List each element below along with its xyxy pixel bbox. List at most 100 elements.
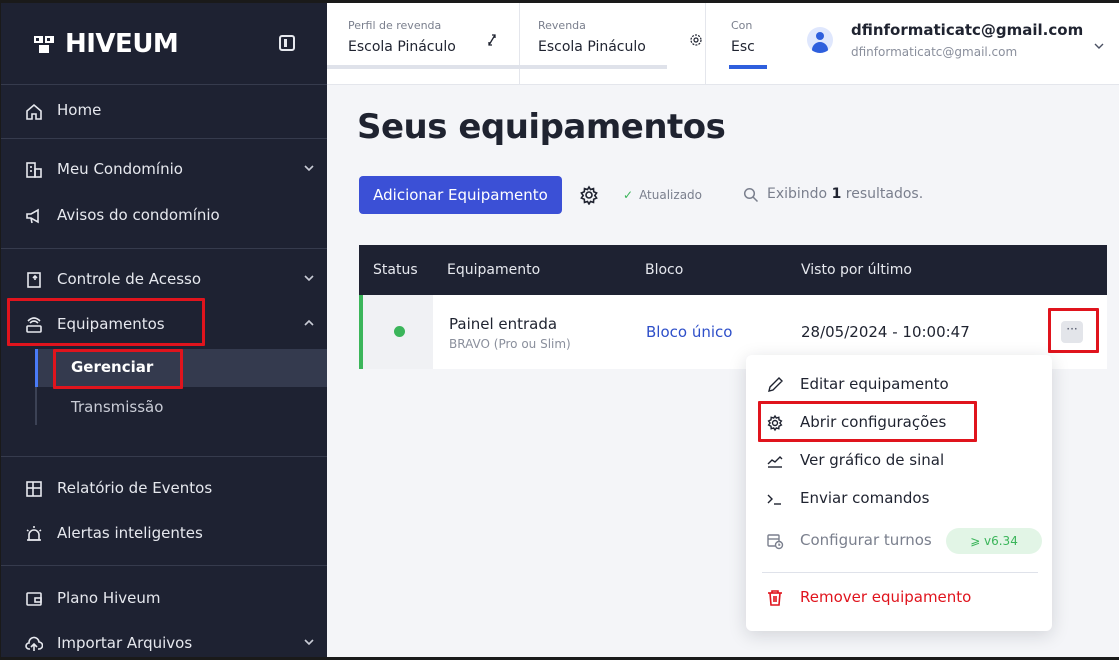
menu-item-editar[interactable]: Editar equipamento [766,370,1046,400]
cloud-upload-icon [25,636,43,651]
app-window: HIVEUM Home Meu Condomínio Avisos do con… [0,0,1119,660]
sidebar-item-label: Meu Condomínio [57,160,183,178]
pencil-icon [768,377,783,392]
sidebar-divider [1,248,327,249]
page-title: Seus equipamentos [357,107,726,147]
menu-item-ver-grafico[interactable]: Ver gráfico de sinal [766,446,1046,476]
user-email: dfinformaticatc@gmail.com [851,45,1018,59]
status-cell [363,295,433,369]
tab-caption: Revenda [538,19,586,32]
tab-revenda[interactable]: Revenda Escola Pináculo [519,3,705,85]
column-header-status[interactable]: Status [373,262,418,278]
chevron-down-icon [304,165,314,172]
results-suffix: resultados. [845,186,924,202]
highlight-equipamentos [7,298,205,346]
highlight-gerenciar [53,349,183,389]
online-status-dot [394,326,405,337]
sidebar-item-relatorio-eventos[interactable]: Relatório de Eventos [1,468,327,508]
tab-scroll-indicator [327,65,667,69]
avatar [807,27,833,53]
sidebar: HIVEUM Home Meu Condomínio Avisos do con… [1,3,327,657]
sidebar-divider [1,456,327,457]
trash-icon [768,590,782,606]
submenu-active-indicator [35,349,38,387]
tab-active-indicator [729,65,767,69]
last-seen: 28/05/2024 - 10:00:47 [801,323,970,341]
menu-item-label: Enviar comandos [800,489,930,507]
menu-item-enviar-comandos[interactable]: Enviar comandos [766,484,1046,514]
equipment-actions-menu: Editar equipamento Abrir configurações V… [746,355,1052,631]
equipment-name[interactable]: Painel entrada [449,315,557,333]
sidebar-subitem-transmissao[interactable]: Transmissão [71,398,163,416]
menu-item-label: Ver gráfico de sinal [800,451,945,469]
highlight-abrir-configuracoes [758,401,977,442]
sidebar-item-home[interactable]: Home [1,85,327,137]
bloco-link[interactable]: Bloco único [646,323,732,341]
logo-row: HIVEUM [1,3,327,85]
report-icon [26,481,42,497]
table-header: Status Equipamento Bloco Visto por últim… [359,245,1107,295]
sidebar-item-plano[interactable]: Plano Hiveum [1,578,327,618]
tab-value: Escola Pináculo [348,39,456,55]
highlight-more-button [1048,308,1099,353]
menu-item-remover[interactable]: Remover equipamento [766,583,1046,613]
sidebar-item-avisos[interactable]: Avisos do condomínio [1,195,327,235]
sidebar-item-alertas[interactable]: Alertas inteligentes [1,513,327,553]
collapse-sidebar-icon[interactable] [279,35,295,51]
sidebar-divider [1,565,327,566]
home-icon [26,103,42,120]
user-menu[interactable]: dfinformaticatc@gmail.com dfinformaticat… [807,13,1107,73]
megaphone-icon [26,208,39,224]
version-badge: ⩾ v6.34 [946,528,1042,554]
sidebar-item-meu-condominio[interactable]: Meu Condomínio [1,149,327,189]
menu-divider [762,572,1038,573]
check-icon: ✓ [623,188,634,202]
chevron-down-icon [304,275,314,282]
brand-name: HIVEUM [65,29,179,59]
sidebar-item-controle-acesso[interactable]: Controle de Acesso [1,259,327,299]
menu-item-label: Remover equipamento [800,588,972,606]
settings-gear-icon[interactable] [579,185,599,205]
signal-chart-icon [767,456,783,468]
equipment-model: BRAVO (Pro ou Slim) [449,337,571,351]
logo[interactable]: HIVEUM [33,29,179,59]
updated-status: ✓ Atualizado [623,188,702,202]
menu-item-label: Editar equipamento [800,375,949,393]
chevron-down-icon[interactable] [1094,41,1104,51]
sidebar-item-label: Controle de Acesso [57,270,202,288]
results-count: 1 [831,186,842,202]
user-name: dfinformaticatc@gmail.com [851,21,1084,39]
sidebar-item-label: Importar Arquivos [57,634,193,652]
results-summary: Exibindo 1 resultados. [767,186,923,202]
updated-label: Atualizado [639,188,703,202]
column-header-visto[interactable]: Visto por último [801,262,912,278]
sidebar-item-importar[interactable]: Importar Arquivos [1,623,327,657]
sidebar-item-label: Avisos do condomínio [57,206,220,224]
menu-item-configurar-turnos[interactable]: Configurar turnos ⩾ v6.34 [766,526,1046,556]
tab-perfil-revenda[interactable]: Perfil de revenda Escola Pináculo [327,3,519,85]
search-icon [743,187,759,203]
column-header-bloco[interactable]: Bloco [645,262,683,278]
sidebar-divider [1,138,327,139]
building-icon [26,162,42,178]
gear-icon[interactable] [689,33,703,47]
sidebar-item-label: Relatório de Eventos [57,479,213,497]
add-equipment-button[interactable]: Adicionar Equipamento [359,176,562,214]
door-icon [27,272,41,288]
tab-condominio[interactable]: Con Esc [705,3,805,85]
tab-caption: Con [731,19,753,32]
hiveum-logo-icon [34,36,54,53]
sidebar-item-label: Alertas inteligentes [57,524,203,542]
swap-icon[interactable] [485,33,499,47]
wallet-icon [26,592,42,606]
terminal-icon [767,494,781,505]
menu-item-label: Configurar turnos [800,531,932,549]
tab-value: Esc [731,39,755,55]
tab-caption: Perfil de revenda [348,19,442,32]
chevron-up-icon [304,319,314,326]
chevron-down-icon [304,639,314,646]
alarm-icon [26,526,42,541]
tab-value: Escola Pináculo [538,39,646,55]
column-header-equipamento[interactable]: Equipamento [447,262,540,278]
sidebar-item-label: Plano Hiveum [57,589,161,607]
